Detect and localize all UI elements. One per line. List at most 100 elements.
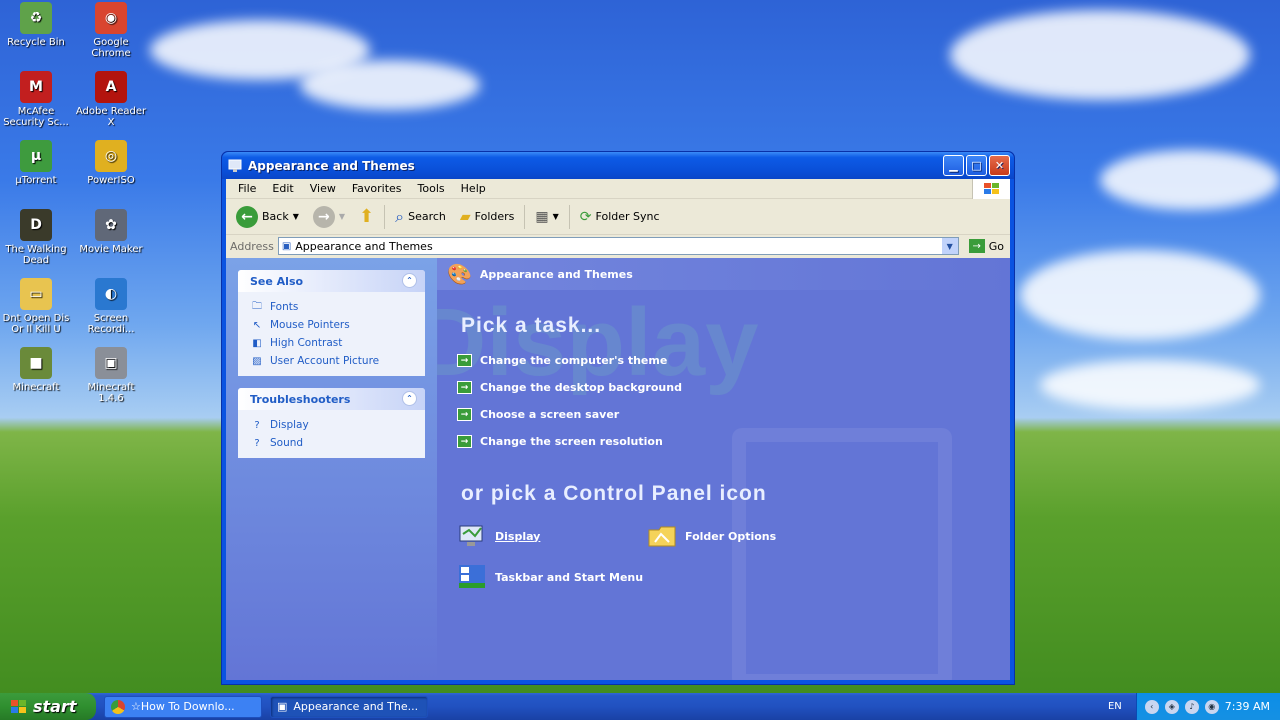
network-icon[interactable]: ◈ xyxy=(1164,699,1179,714)
desktop-icon[interactable]: ◎ PowerISO xyxy=(75,140,147,186)
up-folder-icon: ⬆ xyxy=(359,206,375,227)
taskbar-icon xyxy=(457,563,487,591)
taskbar-button-appearance[interactable]: ▣ Appearance and The... xyxy=(270,695,428,718)
security-icon[interactable]: ◉ xyxy=(1204,699,1219,714)
panel-link[interactable]: ↖ Mouse Pointers xyxy=(250,316,413,334)
task-arrow-icon: → xyxy=(457,408,472,421)
taskbar-button-chrome[interactable]: ☆How To Downlo... xyxy=(104,695,262,718)
go-button[interactable]: → Go xyxy=(963,239,1010,253)
collapse-icon[interactable]: ⌃ xyxy=(402,273,417,288)
desktop-icon[interactable]: µ µTorrent xyxy=(0,140,72,186)
chevron-down-icon[interactable]: ▼ xyxy=(293,212,299,221)
desktop-icon[interactable]: ▭ Dnt Open Dis Or Il Kill U xyxy=(0,278,72,335)
desktop-icon[interactable]: A Adobe Reader X xyxy=(75,71,147,128)
task-link[interactable]: → Change the screen resolution xyxy=(457,435,663,448)
panel-link-label: High Contrast xyxy=(270,337,343,349)
search-button[interactable]: ⌕ Search xyxy=(391,205,450,229)
chevron-down-icon[interactable]: ▼ xyxy=(339,212,345,221)
desktop-icon[interactable]: ▣ Minecraft 1.4.6 xyxy=(75,347,147,404)
desktop-icon[interactable]: D The Walking Dead xyxy=(0,209,72,266)
contrast-icon: ◧ xyxy=(252,337,262,349)
chevron-down-icon[interactable]: ▼ xyxy=(941,238,958,254)
desktop-icon-label: µTorrent xyxy=(15,175,57,186)
folder-options-label: Folder Options xyxy=(685,529,777,543)
checklist-watermark xyxy=(732,428,952,680)
back-label: Back xyxy=(262,210,289,223)
see-also-panel: See Also ⌃ 🗀 Fonts ↖ Mouse Pointers ◧ High Co… xyxy=(238,270,425,376)
panel-link[interactable]: ? Display xyxy=(250,416,413,434)
menu-file[interactable]: File xyxy=(230,182,264,195)
clock[interactable]: 7:39 AM xyxy=(1225,700,1270,713)
volume-icon[interactable]: ♪ xyxy=(1184,699,1199,714)
pick-icon-heading: or pick a Control Panel icon xyxy=(461,482,767,505)
folder-options-cp-icon[interactable]: Folder Options xyxy=(647,522,776,550)
search-label: Search xyxy=(408,210,446,223)
desktop-icon-label: The Walking Dead xyxy=(5,244,67,266)
chrome-icon xyxy=(111,699,125,714)
taskbar-start-menu-cp-icon[interactable]: Taskbar and Start Menu xyxy=(457,563,643,591)
collapse-icon[interactable]: ⌃ xyxy=(402,391,417,406)
address-input[interactable]: ▣ Appearance and Themes ▼ xyxy=(277,237,959,255)
forward-button[interactable]: → ▼ xyxy=(309,204,349,230)
menu-favorites[interactable]: Favorites xyxy=(344,182,410,195)
address-bar: Address ▣ Appearance and Themes ▼ → Go xyxy=(226,235,1010,257)
desktop-icon[interactable]: ◐ Screen Recordi... xyxy=(75,278,147,335)
desktop-icon[interactable]: ♻ Recycle Bin xyxy=(0,2,72,48)
desktop-icon[interactable]: ✿ Movie Maker xyxy=(75,209,147,255)
explorer-window: Appearance and Themes ▁ □ ✕ File Edit Vi… xyxy=(221,151,1015,685)
desktop-icon-image: ◉ xyxy=(95,2,127,34)
maximize-button[interactable]: □ xyxy=(966,155,987,176)
taskbar: start ☆How To Downlo... ▣ Appearance and… xyxy=(0,693,1280,720)
forward-arrow-icon: → xyxy=(312,205,335,228)
folder-sync-button[interactable]: ⟳ Folder Sync xyxy=(576,207,664,227)
start-button[interactable]: start xyxy=(0,693,96,720)
panel-link[interactable]: 🗀 Fonts xyxy=(250,298,413,316)
display-cp-icon[interactable]: Display xyxy=(457,522,540,550)
desktop-icon-image: ✿ xyxy=(95,209,127,241)
panel-link-label: Fonts xyxy=(270,301,299,313)
menu-tools[interactable]: Tools xyxy=(410,182,453,195)
desktop-icon-image: D xyxy=(20,209,52,241)
task-arrow-icon: → xyxy=(457,435,472,448)
task-link[interactable]: → Change the desktop background xyxy=(457,381,682,394)
system-tray: ‹ ◈ ♪ ◉ 7:39 AM xyxy=(1135,693,1280,720)
language-indicator[interactable]: EN xyxy=(1108,701,1122,712)
desktop-icon-label: Screen Recordi... xyxy=(87,313,135,335)
close-button[interactable]: ✕ xyxy=(989,155,1010,176)
menu-help[interactable]: Help xyxy=(453,182,494,195)
menu-bar: File Edit View Favorites Tools Help xyxy=(226,179,1010,199)
back-button[interactable]: ← Back ▼ xyxy=(232,204,303,230)
troubleshooters-header[interactable]: Troubleshooters ⌃ xyxy=(238,388,425,410)
desktop-icon[interactable]: ◉ Google Chrome xyxy=(75,2,147,59)
title-bar[interactable]: Appearance and Themes ▁ □ ✕ xyxy=(222,152,1014,179)
minimize-icon: ▁ xyxy=(949,159,958,172)
display-icon xyxy=(457,522,487,550)
minimize-button[interactable]: ▁ xyxy=(943,155,964,176)
taskbar-button-label: Appearance and The... xyxy=(293,700,419,713)
up-folder-button[interactable]: ⬆ xyxy=(355,204,378,229)
desktop-icon[interactable]: ■ Minecraft xyxy=(0,347,72,393)
pick-task-heading: Pick a task... xyxy=(461,314,602,337)
panel-link[interactable]: ▨ User Account Picture xyxy=(250,352,413,370)
task-link[interactable]: → Choose a screen saver xyxy=(457,408,619,421)
panel-link[interactable]: ? Sound xyxy=(250,434,413,452)
help-icon: ? xyxy=(254,437,260,449)
appearance-icon xyxy=(228,159,242,172)
task-arrow-icon: → xyxy=(457,381,472,394)
folders-button[interactable]: ▰ Folders xyxy=(456,207,519,227)
views-button[interactable]: ▦ ▼ xyxy=(531,207,562,227)
help-icon: ? xyxy=(254,419,260,431)
desktop-icon[interactable]: M McAfee Security Sc... xyxy=(0,71,72,128)
desktop-icon-image: M xyxy=(20,71,52,103)
task-link[interactable]: → Change the computer's theme xyxy=(457,354,667,367)
desktop-icon-image: µ xyxy=(20,140,52,172)
expand-tray-icon[interactable]: ‹ xyxy=(1144,699,1159,714)
panel-link[interactable]: ◧ High Contrast xyxy=(250,334,413,352)
desktop-icon-image: A xyxy=(95,71,127,103)
appearance-icon: ▣ xyxy=(281,240,292,252)
task-label: Change the screen resolution xyxy=(480,435,663,448)
menu-view[interactable]: View xyxy=(302,182,344,195)
see-also-header[interactable]: See Also ⌃ xyxy=(238,270,425,292)
go-arrow-icon: → xyxy=(968,239,985,253)
menu-edit[interactable]: Edit xyxy=(264,182,301,195)
